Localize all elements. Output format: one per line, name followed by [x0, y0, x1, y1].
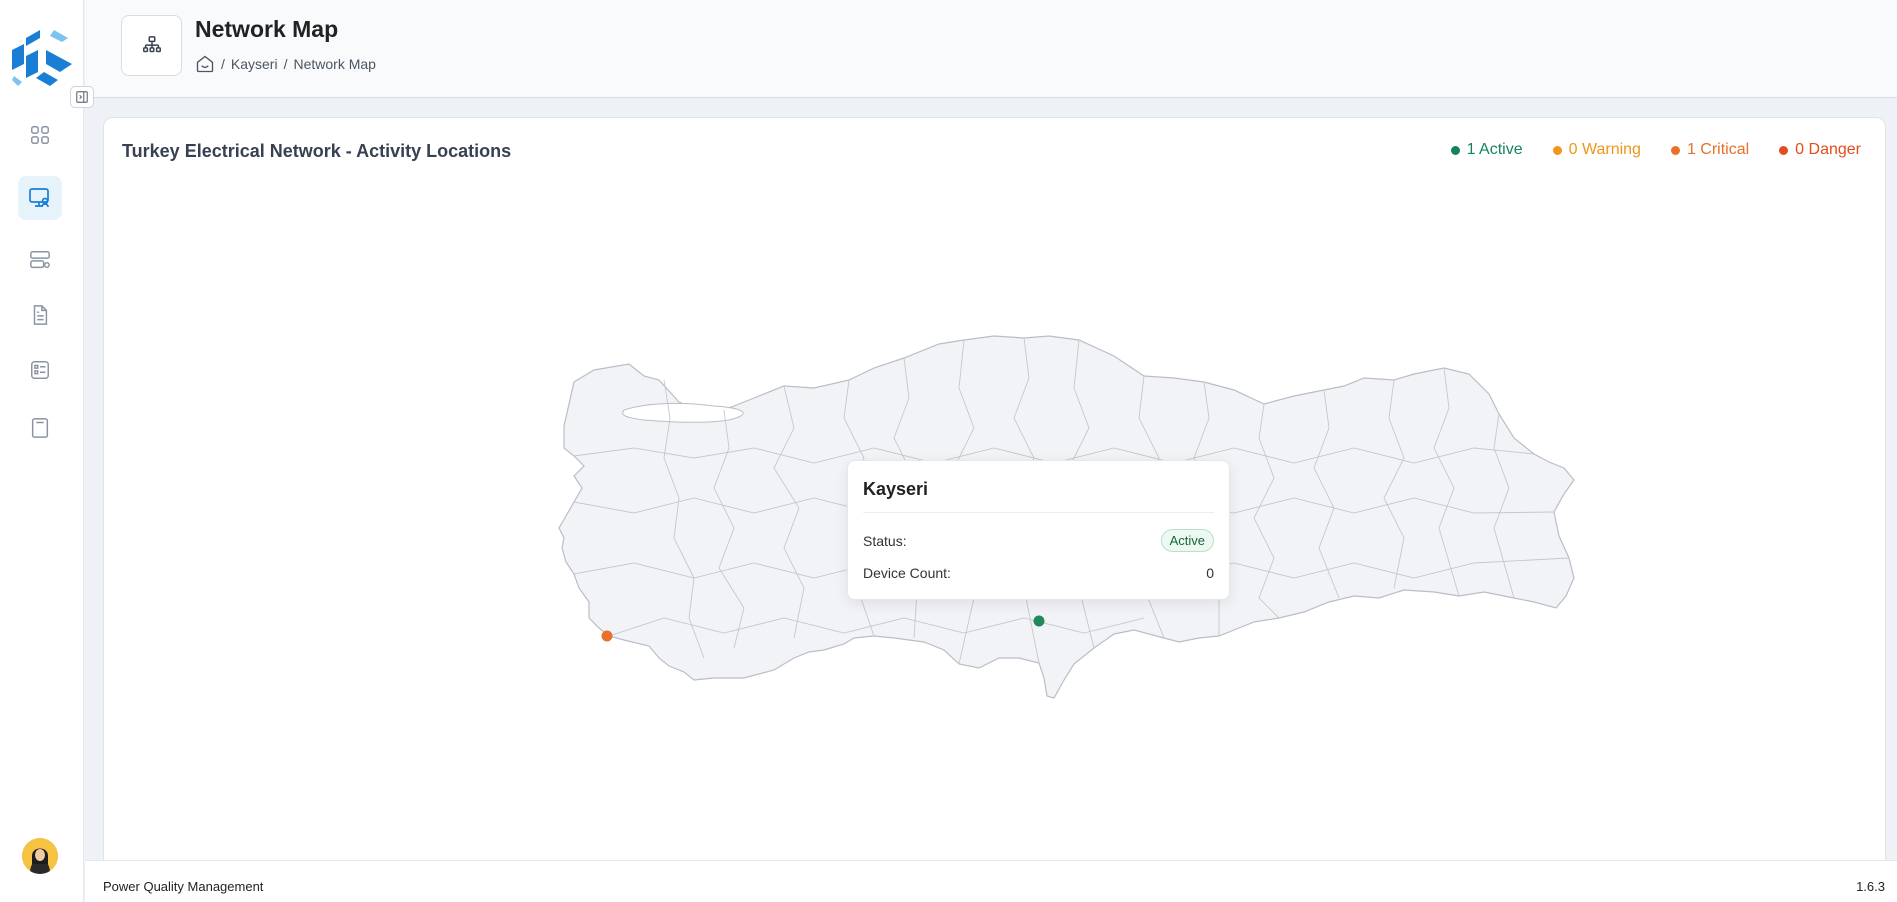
map-marker-izmir[interactable] — [601, 630, 613, 642]
tooltip-device-label: Device Count: — [863, 565, 951, 581]
server-settings-icon — [30, 251, 50, 269]
sidebar-item-calculator[interactable] — [18, 406, 62, 450]
footer: Power Quality Management 1.6.3 — [85, 860, 1897, 902]
sidebar — [0, 0, 84, 902]
tooltip-device-value: 0 — [1206, 565, 1214, 581]
home-icon[interactable] — [195, 54, 215, 74]
network-map-card: Turkey Electrical Network - Activity Loc… — [103, 117, 1886, 877]
calculator-icon — [31, 418, 49, 438]
app-logo[interactable] — [10, 26, 74, 90]
footer-app-name: Power Quality Management — [103, 879, 264, 894]
breadcrumb: / Kayseri / Network Map — [195, 54, 376, 74]
map-marker-kayseri[interactable] — [1033, 615, 1045, 627]
footer-version: 1.6.3 — [1856, 879, 1885, 894]
page-header: Network Map / Kayseri / Network Map — [85, 0, 1897, 98]
page-icon-box — [121, 15, 182, 76]
tooltip-device-row: Device Count: 0 — [863, 565, 1214, 581]
tooltip-title: Kayseri — [863, 479, 929, 499]
sidebar-item-reports[interactable] — [18, 293, 62, 337]
page-title: Network Map — [195, 16, 339, 42]
list-details-icon — [31, 361, 49, 379]
network-hierarchy-icon — [142, 35, 161, 52]
breadcrumb-item-kayseri[interactable]: Kayseri — [231, 56, 278, 72]
user-avatar-icon — [22, 838, 58, 874]
sidebar-item-dashboard[interactable] — [18, 113, 62, 157]
breadcrumb-separator: / — [283, 56, 288, 72]
sidebar-item-devices[interactable] — [18, 238, 62, 282]
dashboard-icon — [31, 126, 49, 144]
tooltip-status-row: Status: Active — [863, 529, 1214, 552]
map-tooltip: Kayseri Status: Active Device Count: 0 — [847, 460, 1230, 600]
sidebar-toggle-icon — [76, 91, 88, 103]
tooltip-divider — [863, 512, 1214, 513]
document-icon — [33, 305, 48, 325]
breadcrumb-item-current: Network Map — [293, 56, 376, 72]
avatar[interactable] — [22, 838, 58, 874]
monitor-icon — [29, 188, 49, 208]
sidebar-item-lists[interactable] — [18, 348, 62, 392]
status-badge: Active — [1160, 529, 1214, 552]
sidebar-item-network-map[interactable] — [18, 176, 62, 220]
sidebar-collapse-button[interactable] — [70, 86, 94, 108]
breadcrumb-separator: / — [221, 56, 225, 72]
tooltip-status-label: Status: — [863, 532, 907, 549]
